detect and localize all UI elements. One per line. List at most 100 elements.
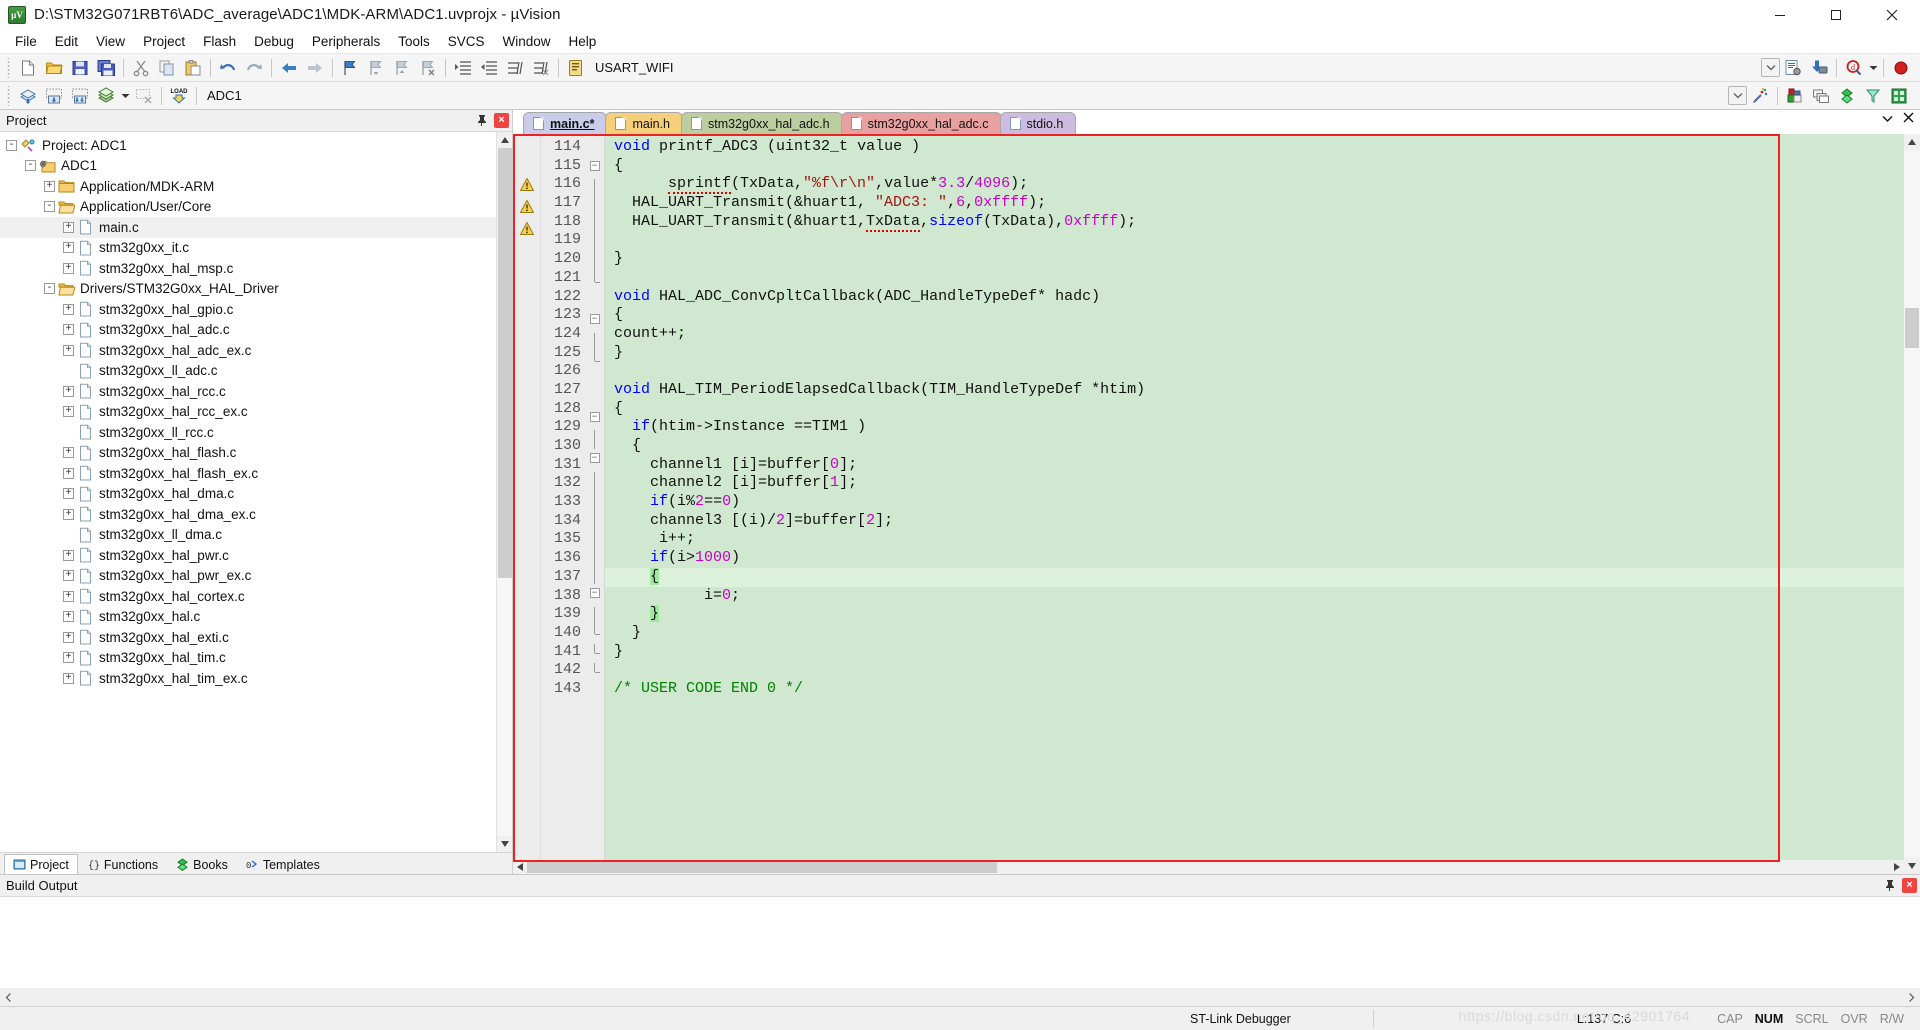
code-line[interactable] — [605, 269, 1904, 288]
tree-expand-icon[interactable]: + — [63, 467, 74, 479]
cut-icon[interactable] — [129, 56, 153, 80]
build-output-text[interactable] — [0, 897, 1920, 988]
code-line[interactable] — [605, 231, 1904, 250]
menu-item-view[interactable]: View — [87, 31, 134, 52]
tree-expand-icon[interactable]: + — [63, 570, 74, 582]
tree-item[interactable]: + stm32g0xx_hal_adc.c — [0, 320, 496, 341]
tree-item[interactable]: - Drivers/STM32G0xx_HAL_Driver — [0, 279, 496, 300]
code-line[interactable]: channel2 [i]=buffer[1]; — [605, 474, 1904, 493]
tree-expand-icon[interactable]: + — [63, 447, 74, 459]
fold-toggle-icon[interactable]: − — [585, 160, 604, 180]
comment-icon[interactable] — [503, 56, 527, 80]
code-line[interactable]: } — [605, 605, 1904, 624]
menu-item-peripherals[interactable]: Peripherals — [303, 31, 389, 52]
pin-icon[interactable] — [474, 112, 490, 128]
combo-dropdown-icon[interactable] — [1761, 58, 1780, 77]
menu-item-project[interactable]: Project — [134, 31, 194, 52]
tree-item[interactable]: + stm32g0xx_hal_tim_ex.c — [0, 668, 496, 689]
fold-toggle-icon[interactable]: − — [585, 314, 604, 333]
tree-item[interactable]: + stm32g0xx_hal.c — [0, 607, 496, 628]
tree-expand-icon[interactable]: + — [63, 324, 74, 336]
code-line[interactable]: count++; — [605, 325, 1904, 344]
tree-expand-icon[interactable]: + — [63, 652, 74, 664]
code-line[interactable]: { — [605, 157, 1904, 176]
menu-item-window[interactable]: Window — [493, 31, 559, 52]
editor-tab-stm32g0xx-hal-adc-h[interactable]: stm32g0xx_hal_adc.h — [681, 112, 843, 134]
tree-expand-icon[interactable]: + — [63, 303, 74, 315]
tree-item[interactable]: + stm32g0xx_hal_adc_ex.c — [0, 340, 496, 361]
editor-tab-main-c-[interactable]: main.c* — [523, 112, 608, 134]
scrollbar-thumb[interactable] — [497, 148, 512, 578]
fold-toggle-icon[interactable]: − — [585, 587, 604, 607]
maximize-button[interactable] — [1808, 0, 1864, 30]
tree-collapse-icon[interactable]: - — [44, 201, 55, 213]
editor-tab-stdio-h[interactable]: stdio.h — [999, 112, 1077, 134]
project-tab-templates[interactable]: 0 Templates — [237, 854, 329, 874]
tree-expand-icon[interactable]: + — [63, 221, 74, 233]
tree-item[interactable]: + stm32g0xx_hal_flash.c — [0, 443, 496, 464]
chevron-down-icon[interactable] — [1882, 112, 1893, 125]
project-tree[interactable]: - Project: ADC1- ADC1 + Application/MDK-ARM -… — [0, 132, 496, 852]
tree-expand-icon[interactable]: + — [63, 344, 74, 356]
code-line[interactable]: void HAL_ADC_ConvCpltCallback(ADC_Handle… — [605, 288, 1904, 307]
code-line[interactable]: { — [605, 567, 1904, 587]
menu-item-tools[interactable]: Tools — [389, 31, 439, 52]
templates-icon[interactable] — [1887, 84, 1911, 108]
tree-expand-icon[interactable]: + — [63, 590, 74, 602]
code-line[interactable]: { — [605, 437, 1904, 456]
tree-item[interactable]: stm32g0xx_ll_adc.c — [0, 361, 496, 382]
hscroll-thumb[interactable] — [527, 861, 997, 873]
tree-expand-icon[interactable]: + — [63, 262, 74, 274]
scroll-up-icon[interactable] — [496, 132, 512, 148]
tree-item[interactable]: - ADC1 — [0, 156, 496, 177]
code-line[interactable]: i++; — [605, 530, 1904, 549]
toolbar-grip[interactable] — [5, 57, 12, 78]
editor-tab-main-h[interactable]: main.h — [605, 112, 683, 134]
code-text[interactable]: void printf_ADC3 (uint32_t value ) { spr… — [605, 134, 1904, 860]
scroll-up-icon[interactable] — [1904, 134, 1920, 150]
tree-expand-icon[interactable]: + — [63, 508, 74, 520]
tree-item[interactable]: + stm32g0xx_hal_flash_ex.c — [0, 463, 496, 484]
menu-item-svcs[interactable]: SVCS — [439, 31, 494, 52]
tree-expand-icon[interactable]: + — [63, 672, 74, 684]
tree-item[interactable]: + stm32g0xx_hal_cortex.c — [0, 586, 496, 607]
rebuild-icon[interactable] — [68, 84, 92, 108]
translate-icon[interactable] — [16, 84, 40, 108]
close-icon[interactable]: × — [1902, 877, 1917, 893]
tree-collapse-icon[interactable]: - — [6, 139, 17, 151]
code-line[interactable]: sprintf(TxData,"%f\r\n",value*3.3/4096); — [605, 175, 1904, 195]
project-tab-books[interactable]: Books — [167, 854, 237, 874]
scroll-down-icon[interactable] — [496, 836, 512, 852]
scroll-left-icon[interactable] — [0, 989, 16, 1005]
tree-expand-icon[interactable]: + — [44, 180, 55, 192]
target-options2-icon[interactable] — [1783, 84, 1807, 108]
tree-item[interactable]: + stm32g0xx_hal_dma_ex.c — [0, 504, 496, 525]
tree-expand-icon[interactable]: + — [63, 611, 74, 623]
code-line[interactable]: { — [605, 400, 1904, 419]
pin-icon[interactable] — [1882, 877, 1898, 893]
save-all-icon[interactable] — [94, 56, 118, 80]
tree-item[interactable]: + stm32g0xx_hal_exti.c — [0, 627, 496, 648]
tree-item[interactable]: stm32g0xx_ll_dma.c — [0, 525, 496, 546]
new-file-icon[interactable] — [16, 56, 40, 80]
tree-item[interactable]: + stm32g0xx_hal_rcc.c — [0, 381, 496, 402]
combo-dropdown-icon[interactable] — [1728, 86, 1747, 105]
code-line[interactable]: if(htim->Instance ==TIM1 ) — [605, 418, 1904, 437]
bookmark-next-icon[interactable] — [390, 56, 414, 80]
fold-toggle-icon[interactable]: − — [585, 453, 604, 472]
batch-build-icon[interactable] — [94, 84, 118, 108]
tree-item[interactable]: + Application/MDK-ARM — [0, 176, 496, 197]
warning-marker-icon[interactable] — [513, 200, 540, 219]
menu-item-flash[interactable]: Flash — [194, 31, 245, 52]
close-icon[interactable]: × — [494, 112, 509, 128]
tree-expand-icon[interactable]: + — [63, 242, 74, 254]
tree-item[interactable]: stm32g0xx_ll_rcc.c — [0, 422, 496, 443]
code-line[interactable]: if(i>1000) — [605, 549, 1904, 568]
tree-expand-icon[interactable]: + — [63, 488, 74, 500]
tree-item[interactable]: + stm32g0xx_hal_rcc_ex.c — [0, 402, 496, 423]
project-tab-project[interactable]: Project — [4, 854, 78, 874]
scroll-left-icon[interactable] — [513, 860, 527, 874]
tree-item[interactable]: + stm32g0xx_hal_gpio.c — [0, 299, 496, 320]
indent-icon[interactable] — [451, 56, 475, 80]
bookmark-prev-icon[interactable] — [364, 56, 388, 80]
